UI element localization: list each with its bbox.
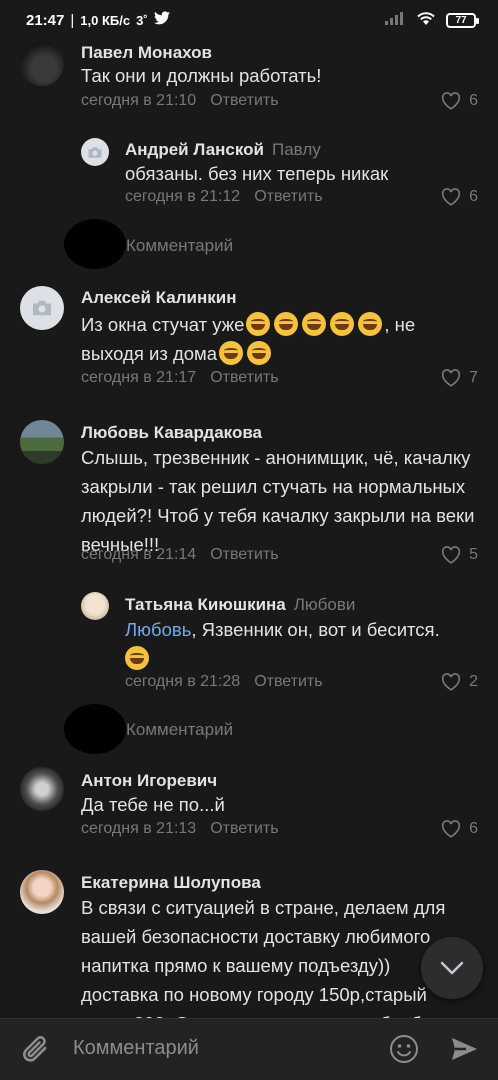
reply-button[interactable]: Ответить (210, 92, 278, 109)
like-button[interactable]: 6 (441, 92, 478, 110)
reply-button[interactable]: Ответить (210, 546, 278, 563)
comment-author[interactable]: Любовь Кавардакова (81, 423, 262, 443)
like-button[interactable]: 6 (441, 188, 478, 206)
comment-text: В связи с ситуацией в стране, делаем для… (81, 897, 449, 1018)
reply-button[interactable]: Ответить (210, 369, 278, 386)
comment-text: Так они и должны работать! (81, 65, 322, 86)
chevron-down-icon (440, 961, 464, 975)
like-count: 6 (469, 820, 478, 837)
write-reply-field[interactable]: Комментарий (0, 704, 498, 754)
emoji-icon[interactable] (388, 1033, 420, 1070)
comment-author[interactable]: Павел Монахов (81, 43, 212, 63)
heart-icon (442, 92, 461, 110)
comment-author[interactable]: Алексей Калинкин (81, 288, 236, 308)
heart-icon (442, 369, 461, 387)
reply-button[interactable]: Ответить (254, 188, 322, 205)
my-avatar (64, 219, 126, 269)
like-button[interactable]: 5 (441, 546, 478, 564)
signal-icon (384, 11, 406, 29)
reply-placeholder: Комментарий (126, 720, 234, 739)
heart-icon (442, 820, 461, 838)
like-button[interactable]: 7 (441, 369, 478, 387)
comment-composer: Комментарий (0, 1018, 498, 1080)
avatar[interactable] (81, 592, 109, 620)
twitter-icon (153, 11, 170, 29)
attach-icon[interactable] (20, 1033, 52, 1072)
comment-text: Да тебе не по...й (81, 794, 225, 815)
laughing-emoji-icon (330, 312, 355, 336)
mention-link[interactable]: Любовь (125, 619, 191, 640)
like-count: 6 (469, 188, 478, 205)
comments-feed[interactable]: Павел Монахов Так они и должны работать!… (0, 40, 498, 1018)
reply-to: Любови (293, 595, 356, 614)
comment-time: сегодня в 21:14 (81, 546, 197, 563)
comment-text: обязаны. без них теперь никак (125, 163, 389, 184)
comment-time: сегодня в 21:28 (125, 673, 241, 690)
comment-input[interactable]: Комментарий (73, 1037, 199, 1060)
reply-placeholder: Комментарий (126, 236, 234, 255)
like-count: 7 (469, 369, 478, 386)
avatar[interactable] (81, 138, 109, 166)
heart-icon (442, 673, 461, 691)
status-time: 21:47 (26, 11, 65, 29)
comment-author[interactable]: Андрей Ланской Павлу (125, 140, 321, 160)
battery-icon: 77 (446, 12, 479, 28)
comment-author[interactable]: Татьяна Киюшкина Любови (125, 595, 355, 615)
heart-icon (442, 546, 461, 564)
grinning-emoji-icon (125, 646, 149, 670)
laughing-emoji-icon (274, 312, 299, 336)
scroll-down-button[interactable] (421, 937, 483, 999)
reply-to: Павлу (272, 140, 321, 159)
heart-icon (442, 188, 461, 206)
like-count: 2 (469, 673, 478, 690)
status-temp: 3˚ (136, 12, 148, 28)
avatar[interactable] (20, 870, 64, 914)
comment-text: Из окна стучат уже, не выходя из дома (81, 312, 416, 365)
camera-icon (33, 300, 51, 316)
comment-time: сегодня в 21:13 (81, 820, 197, 837)
reply-button[interactable]: Ответить (254, 673, 322, 690)
like-button[interactable]: 2 (441, 673, 478, 691)
comment-text: Любовь, Язвенник он, вот и бесится. (125, 615, 475, 673)
comment-author[interactable]: Екатерина Шолупова (81, 873, 261, 893)
status-speed: 1,0 КБ/с (80, 12, 131, 28)
avatar[interactable] (20, 286, 64, 330)
my-avatar (64, 704, 126, 754)
status-bar: 21:47 | 1,0 КБ/с 3˚ 77 (0, 0, 498, 40)
comment-author[interactable]: Антон Игоревич (81, 771, 217, 791)
laughing-emoji-icon (302, 312, 327, 336)
comment-time: сегодня в 21:10 (81, 92, 197, 109)
laughing-emoji-icon (246, 312, 271, 336)
wifi-icon (416, 11, 436, 30)
like-count: 5 (469, 546, 478, 563)
avatar[interactable] (20, 420, 64, 464)
comment-time: сегодня в 21:17 (81, 369, 197, 386)
avatar[interactable] (20, 767, 64, 811)
send-icon[interactable] (449, 1034, 479, 1069)
comment-time: сегодня в 21:12 (125, 188, 241, 205)
comment-text: Слышь, трезвенник - анонимщик, чё, качал… (81, 447, 475, 555)
reply-button[interactable]: Ответить (210, 820, 278, 837)
laughing-emoji-icon (219, 341, 244, 365)
write-reply-field[interactable]: Комментарий (0, 219, 498, 269)
like-button[interactable]: 6 (441, 820, 478, 838)
avatar[interactable] (20, 42, 64, 86)
like-count: 6 (469, 92, 478, 109)
laughing-emoji-icon (247, 341, 272, 365)
camera-icon (88, 146, 102, 158)
laughing-emoji-icon (358, 312, 383, 336)
